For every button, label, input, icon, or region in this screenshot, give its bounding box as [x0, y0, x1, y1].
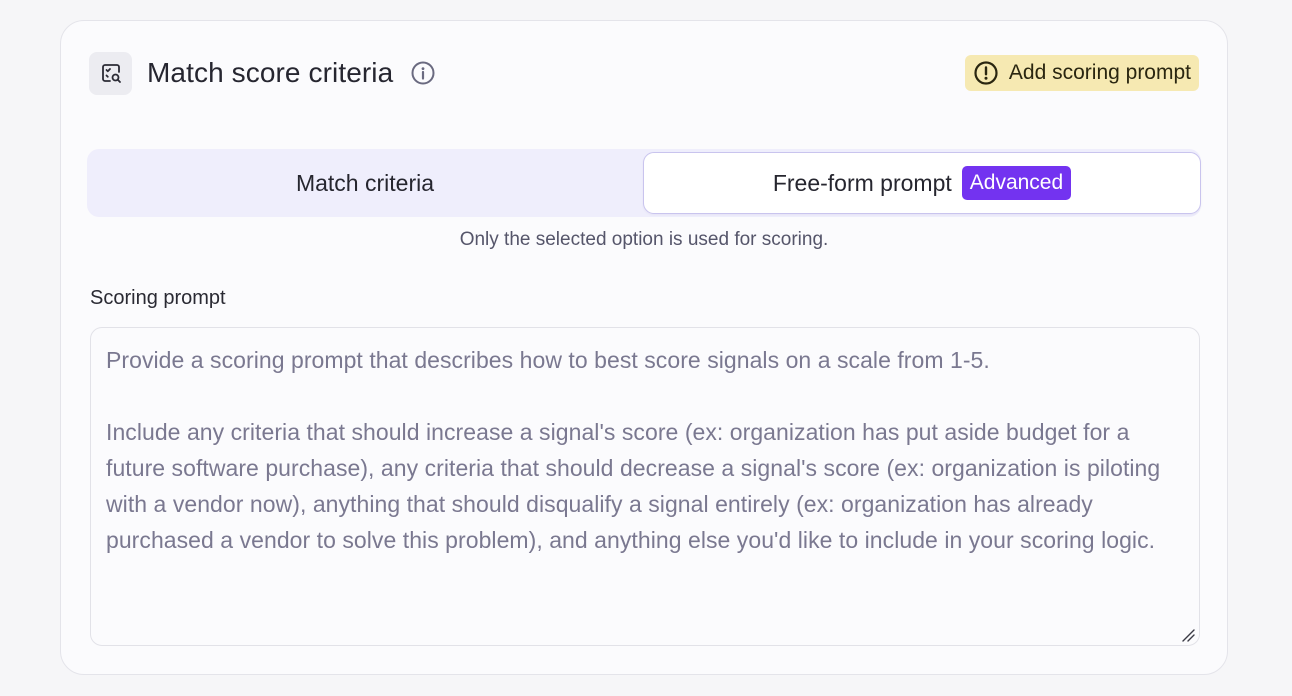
info-icon[interactable] — [410, 60, 436, 86]
card-header: Match score criteria Add scoring prompt — [89, 51, 1199, 95]
match-criteria-option[interactable]: Match criteria — [87, 149, 643, 217]
scoring-prompt-textarea[interactable]: Provide a scoring prompt that describes … — [90, 327, 1200, 646]
scoring-prompt-label: Scoring prompt — [90, 287, 226, 309]
toggle-hint: Only the selected option is used for sco… — [459, 229, 829, 250]
alert-circle-icon — [973, 60, 999, 86]
page-title: Match score criteria — [147, 57, 394, 88]
advanced-badge: Advanced — [961, 166, 1072, 200]
search-list-icon — [89, 51, 132, 95]
match-criteria-label: Match criteria — [295, 169, 435, 196]
scoring-mode-toggle: Match criteria Free-form prompt Advanced — [87, 149, 1201, 217]
free-form-prompt-label: Free-form prompt — [772, 169, 952, 196]
resize-handle-icon[interactable] — [1181, 628, 1195, 642]
free-form-prompt-option[interactable]: Free-form prompt Advanced — [643, 152, 1201, 214]
scoring-prompt-placeholder: Provide a scoring prompt that describes … — [106, 347, 1161, 553]
add-scoring-prompt-label: Add scoring prompt — [1008, 61, 1191, 84]
match-score-criteria-card: Match score criteria Add scoring prompt … — [60, 20, 1228, 675]
add-scoring-prompt-badge[interactable]: Add scoring prompt — [964, 55, 1199, 91]
